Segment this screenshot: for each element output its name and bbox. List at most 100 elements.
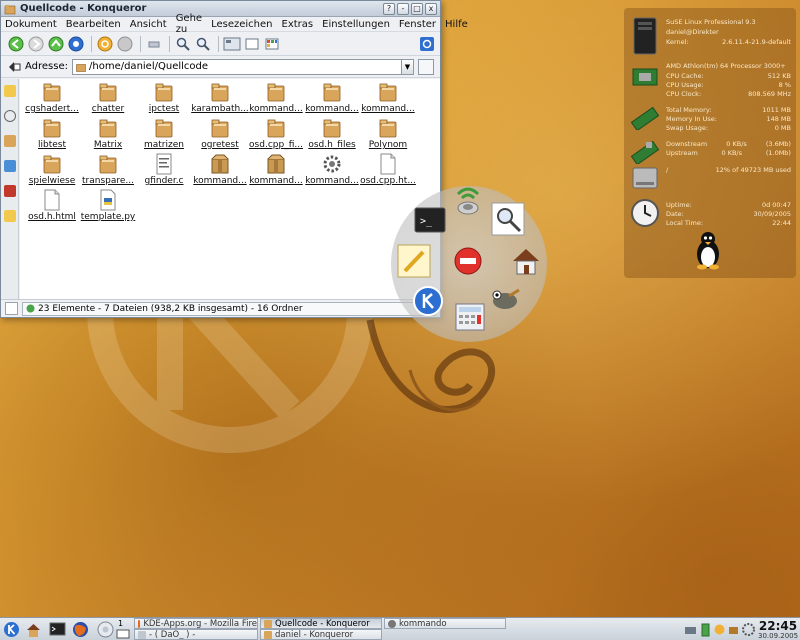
config-icon <box>322 153 342 175</box>
minimize-button[interactable]: - <box>397 2 409 15</box>
folder-icon <box>264 619 272 628</box>
zoom-in-button[interactable] <box>174 35 192 53</box>
task-mozilla-firefox[interactable]: KDE-Apps.org - Mozilla Fire <box>134 618 258 629</box>
file-item[interactable]: template.py <box>80 189 136 225</box>
menu-bearbeiten[interactable]: Bearbeiten <box>66 19 121 30</box>
file-item[interactable]: kommand... <box>304 153 360 189</box>
clock[interactable]: 22:45 30.09.2005 <box>758 619 798 640</box>
file-item[interactable]: kommand... <box>304 81 360 117</box>
file-item[interactable]: transpare... <box>80 153 136 189</box>
menu-gehe-zu[interactable]: Gehe zu <box>176 13 202 35</box>
toolbar-separator <box>91 35 92 52</box>
file-item[interactable]: Polynom <box>360 117 416 153</box>
file-name: karambath... <box>191 104 249 114</box>
k-menu-icon[interactable] <box>3 621 20 638</box>
file-item[interactable]: cgshadert... <box>24 81 80 117</box>
preview-button[interactable] <box>243 35 261 53</box>
kwallet-tray-icon[interactable] <box>727 621 740 638</box>
terminal-icon[interactable] <box>49 621 66 638</box>
menu-einstellungen[interactable]: Einstellungen <box>322 19 390 30</box>
home-folder-icon[interactable] <box>4 135 16 147</box>
zoom-out-button[interactable] <box>194 35 212 53</box>
folder-icon <box>264 630 272 639</box>
menu-fenster[interactable]: Fenster <box>399 19 436 30</box>
folder-app-icon[interactable] <box>4 3 16 15</box>
kommando-tray-icon[interactable] <box>741 621 756 638</box>
forward-button[interactable] <box>27 35 45 53</box>
file-item[interactable]: gfinder.c <box>136 153 192 189</box>
menu-dokument[interactable]: Dokument <box>5 19 57 30</box>
task-kommando[interactable]: kommando <box>384 618 506 629</box>
kommando-calculator-item[interactable] <box>453 300 487 334</box>
file-item[interactable]: osd.cpp_fi... <box>248 117 304 153</box>
file-name: ipctest <box>148 104 180 114</box>
back-button[interactable] <box>7 35 25 53</box>
go-button[interactable] <box>418 58 434 75</box>
desktop-number[interactable]: 1 <box>118 619 123 628</box>
file-item[interactable]: matrizen <box>136 117 192 153</box>
printer-tray-icon[interactable] <box>684 621 697 638</box>
bookmarks-star-icon[interactable] <box>4 85 16 97</box>
file-item[interactable]: osd.h_files <box>304 117 360 153</box>
file-item[interactable]: Matrix <box>80 117 136 153</box>
menu-extras[interactable]: Extras <box>282 19 314 30</box>
menu-hilfe[interactable]: Hilfe <box>445 19 468 30</box>
file-item[interactable]: chatter <box>80 81 136 117</box>
file-item[interactable]: kommand... <box>248 153 304 189</box>
favorites-star-icon[interactable] <box>4 210 16 222</box>
firefox-icon[interactable] <box>72 621 89 638</box>
home-folder-icon[interactable] <box>25 621 42 638</box>
history-icon[interactable] <box>4 110 16 122</box>
file-item[interactable]: kommand... <box>360 81 416 117</box>
cut-button[interactable] <box>145 35 163 53</box>
battery-tray-icon[interactable] <box>699 621 712 638</box>
home-button[interactable] <box>67 35 85 53</box>
kommando-logout-item[interactable] <box>451 244 485 278</box>
file-item[interactable]: kommand... <box>248 81 304 117</box>
reload-button[interactable] <box>96 35 114 53</box>
maximize-button[interactable]: □ <box>411 2 423 15</box>
icon-view-button[interactable] <box>223 35 241 53</box>
services-icon[interactable] <box>4 185 16 197</box>
file-item[interactable]: karambath... <box>191 81 249 117</box>
file-item[interactable]: ogretest <box>192 117 248 153</box>
kommando-gimp-item[interactable] <box>487 282 521 316</box>
folder-icon <box>266 81 286 103</box>
task-konqueror-daniel[interactable]: daniel - Konqueror <box>260 629 382 640</box>
file-item[interactable]: libtest <box>24 117 80 153</box>
pager-icon[interactable] <box>116 629 130 639</box>
view-linker-box[interactable] <box>5 302 18 315</box>
file-item[interactable]: osd.cpp.ht... <box>360 153 416 189</box>
menu-lesezeichen[interactable]: Lesezeichen <box>211 19 272 30</box>
clear-address-icon[interactable] <box>7 61 21 73</box>
file-item[interactable]: kommand... <box>192 153 248 189</box>
kommando-kde-item[interactable] <box>411 284 445 318</box>
detail-view-button[interactable] <box>263 35 281 53</box>
stop-button[interactable] <box>116 35 134 53</box>
network-icon[interactable] <box>4 160 16 172</box>
file-name: gfinder.c <box>144 176 184 186</box>
kopete-tray-icon[interactable] <box>713 621 726 638</box>
titlebar[interactable]: Quellcode - Konqueror ? - □ x <box>1 1 440 17</box>
file-item[interactable]: ipctest <box>136 81 192 117</box>
kommando-home-item[interactable] <box>509 244 543 278</box>
kommando-search-item[interactable] <box>491 202 525 236</box>
cpu-cache-label: CPU Cache: <box>666 72 704 80</box>
task-konqueror-quellcode[interactable]: Quellcode - Konqueror <box>260 618 382 629</box>
file-item[interactable]: osd.h.html <box>24 189 80 225</box>
konqueror-throbber[interactable] <box>418 35 436 53</box>
kommando-network-item[interactable] <box>451 182 485 216</box>
kontact-icon[interactable] <box>97 621 114 638</box>
task-label: KDE-Apps.org - Mozilla Fire <box>143 618 257 629</box>
kommando-editor-item[interactable] <box>397 244 431 278</box>
up-button[interactable] <box>47 35 65 53</box>
help-button[interactable]: ? <box>383 2 395 15</box>
task-dao[interactable]: - ( DaO_ ) - <box>134 629 258 640</box>
menu-ansicht[interactable]: Ansicht <box>130 19 167 30</box>
file-item[interactable]: spielwiese <box>24 153 80 189</box>
kommando-terminal-item[interactable]: >_ <box>413 204 447 238</box>
address-input[interactable]: /home/daniel/Quellcode <box>72 58 402 75</box>
close-button[interactable]: x <box>425 2 437 15</box>
terminal-icon: >_ <box>414 207 446 233</box>
address-dropdown[interactable]: ▼ <box>402 58 414 75</box>
